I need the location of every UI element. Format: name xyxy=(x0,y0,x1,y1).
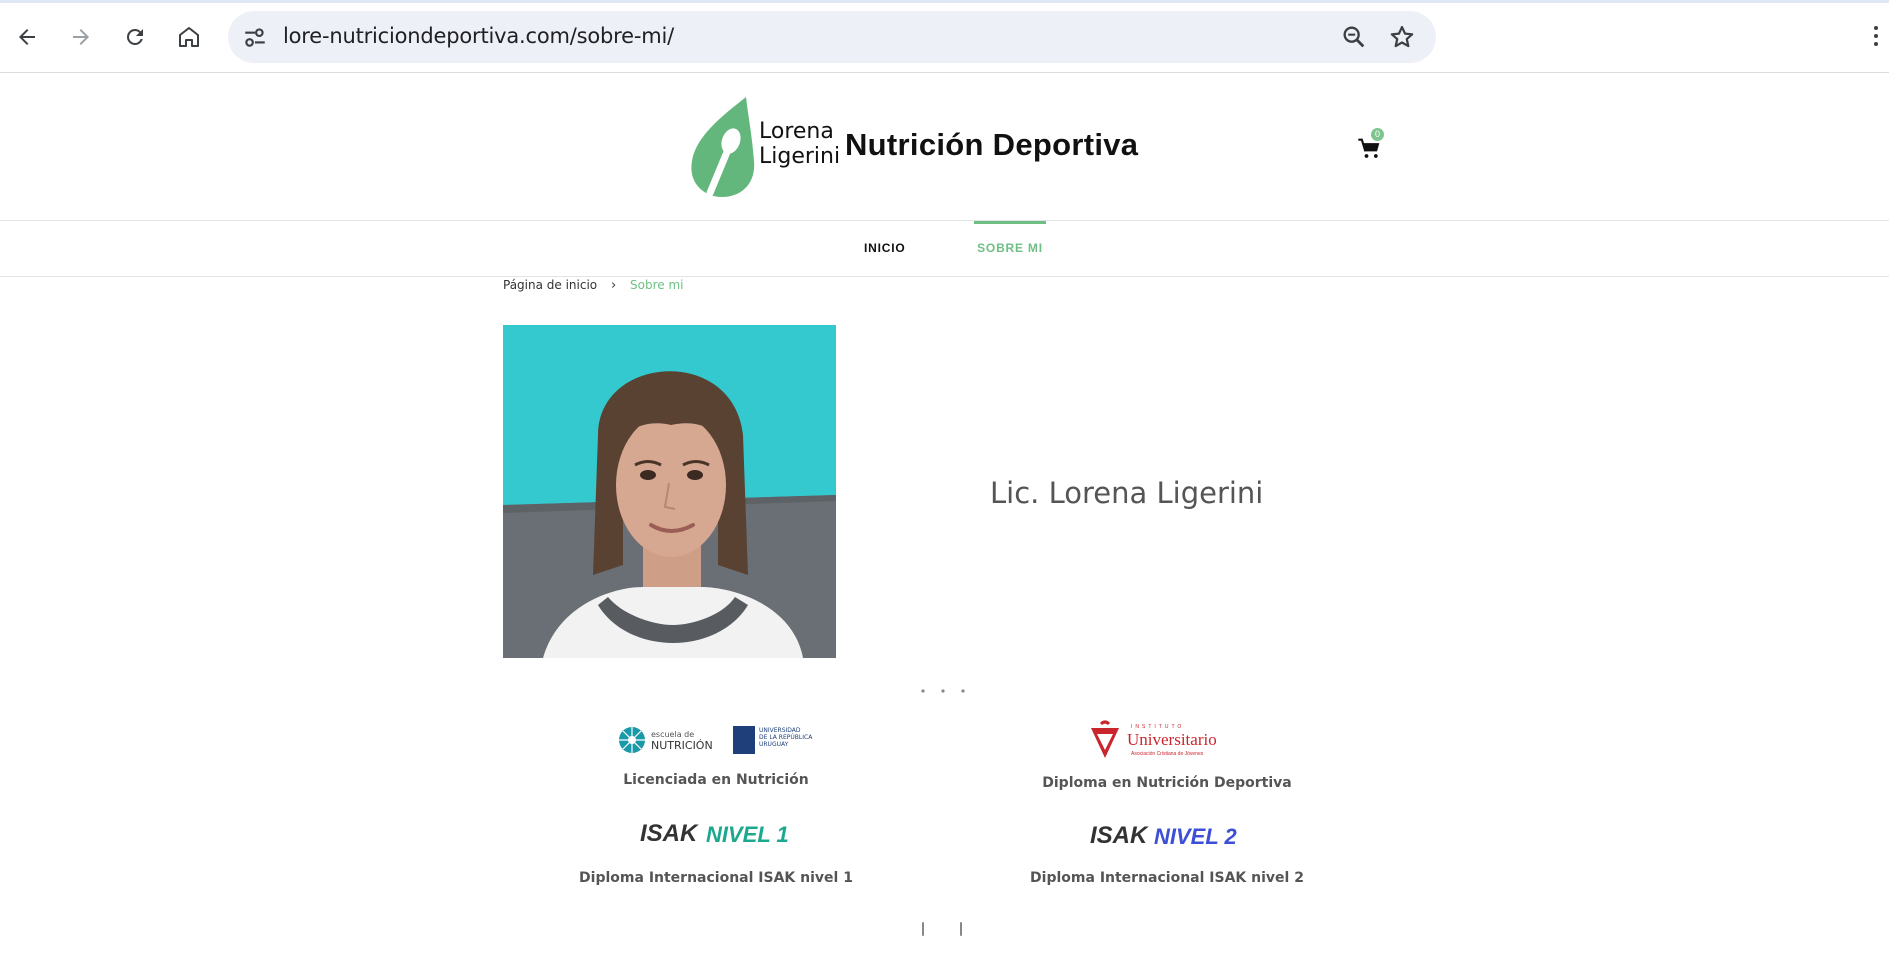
profile-photo xyxy=(503,325,836,658)
arrow-right-icon xyxy=(73,29,89,45)
breadcrumb-separator: › xyxy=(610,278,617,293)
logo-first-name: Lorena xyxy=(759,119,834,144)
escuela-logo-text-small: escuela de xyxy=(651,730,695,739)
site-header: Lorena Ligerini Nutrición Deportiva 0 xyxy=(0,73,1889,221)
credential-label: Diploma Internacional ISAK nivel 2 xyxy=(1030,870,1304,886)
acj-emblem-icon xyxy=(1091,720,1119,758)
udelar-logo-text: UNIVERSIDAD DE LA REPÚBLICA URUGUAY xyxy=(759,727,812,748)
credential-label: Licenciada en Nutrición xyxy=(623,772,809,788)
back-button[interactable] xyxy=(8,18,46,56)
address-bar[interactable]: lore-nutriciondeportiva.com/sobre-mi/ xyxy=(228,11,1436,63)
instituto-logo-main: Universitario xyxy=(1127,730,1217,749)
isak-wordmark: ISAK xyxy=(640,820,698,847)
nav-item-sobre-mi[interactable]: SOBRE MI xyxy=(974,221,1046,279)
reload-button[interactable] xyxy=(116,18,154,56)
tab-strip-edge xyxy=(0,0,1889,3)
nivel-2-wordmark: NIVEL 2 xyxy=(1154,824,1237,849)
forward-button[interactable] xyxy=(62,18,100,56)
udelar-emblem-icon xyxy=(733,726,755,754)
escuela-nutricion-logo: escuela de NUTRICIÓN UNIVERSIDAD DE LA R… xyxy=(617,724,817,756)
home-icon xyxy=(179,27,199,47)
main-navigation: INICIO SOBRE MI xyxy=(0,221,1889,277)
browser-menu-icon[interactable] xyxy=(1872,22,1880,50)
breadcrumb: Página de inicio › Sobre mi xyxy=(503,278,683,293)
instituto-universitario-logo: INSTITUTO Universitario Asociación Crist… xyxy=(1087,720,1247,760)
reload-icon xyxy=(126,28,143,45)
instituto-logo-sub: Asociación Cristiana de Jóvenes xyxy=(1131,751,1204,757)
nivel-1-wordmark: NIVEL 1 xyxy=(706,822,789,847)
zoom-icon[interactable] xyxy=(1340,23,1368,51)
breadcrumb-home-link[interactable]: Página de inicio xyxy=(503,278,597,292)
nav-item-inicio[interactable]: INICIO xyxy=(864,221,905,276)
site-settings-icon[interactable] xyxy=(242,24,268,50)
breadcrumb-current: Sobre mi xyxy=(630,278,684,292)
credential-label: Diploma en Nutrición Deportiva xyxy=(1042,775,1292,791)
carousel-bottom-marks[interactable] xyxy=(920,920,965,938)
cart-count-badge[interactable]: 0 xyxy=(1371,128,1384,141)
profile-name: Lic. Lorena Ligerini xyxy=(990,476,1264,510)
isak-nivel-1-logo: ISAK NIVEL 1 xyxy=(640,818,800,852)
isak-wordmark: ISAK xyxy=(1090,822,1148,849)
logo-spoon-drop-icon[interactable] xyxy=(686,95,758,199)
credential-label: Diploma Internacional ISAK nivel 1 xyxy=(579,870,853,886)
escuela-logo-text-main: NUTRICIÓN xyxy=(651,739,713,752)
site-title[interactable]: Nutrición Deportiva xyxy=(845,127,1138,163)
home-button[interactable] xyxy=(170,18,208,56)
browser-toolbar: lore-nutriciondeportiva.com/sobre-mi/ xyxy=(0,0,1889,73)
flower-emblem-icon xyxy=(619,727,645,753)
udelar-text-3: URUGUAY xyxy=(759,741,789,748)
logo-last-name: Ligerini xyxy=(759,144,841,169)
logo-name[interactable]: Lorena Ligerini xyxy=(759,119,840,169)
udelar-text-1: UNIVERSIDAD xyxy=(759,727,801,734)
url-text[interactable]: lore-nutriciondeportiva.com/sobre-mi/ xyxy=(283,24,674,48)
arrow-left-icon xyxy=(19,29,35,45)
carousel-dots[interactable] xyxy=(920,688,966,694)
isak-nivel-2-logo: ISAK NIVEL 2 xyxy=(1090,820,1250,854)
udelar-text-2: DE LA REPÚBLICA xyxy=(759,734,813,741)
bookmark-star-icon[interactable] xyxy=(1388,23,1416,51)
